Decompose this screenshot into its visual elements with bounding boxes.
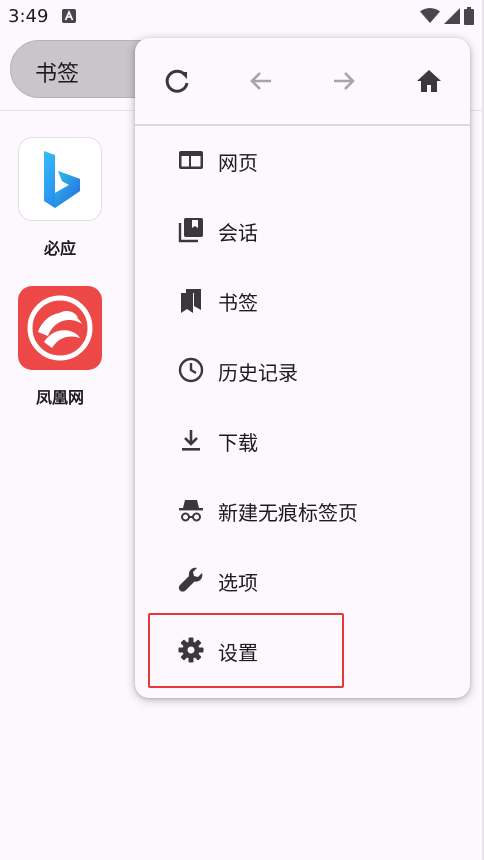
shortcut-label-bing: 必应 (43, 239, 76, 258)
reload-icon[interactable] (160, 64, 194, 98)
wifi-icon (420, 8, 440, 23)
menu-item-label: 设置 (218, 641, 258, 665)
history-icon (178, 357, 204, 383)
shortcut-bing[interactable]: 必应 (10, 137, 110, 259)
bookmarks-icon (181, 289, 201, 313)
gear-icon (178, 637, 204, 663)
menu-item-sessions[interactable]: 会话 (135, 202, 470, 258)
status-icons (420, 7, 474, 25)
menu-item-label: 新建无痕标签页 (218, 501, 358, 525)
menu-item-label: 书签 (218, 291, 258, 315)
url-bar-text: 书签 (35, 62, 80, 87)
status-bar: 3:49 (0, 0, 484, 34)
shortcut-ifeng[interactable]: 凤凰网 (10, 286, 110, 408)
menu-item-label: 下载 (218, 431, 258, 455)
status-time: 3:49 (8, 6, 49, 27)
menu-item-webpage[interactable]: 网页 (135, 132, 470, 188)
menu-item-options[interactable]: 选项 (135, 552, 470, 608)
browser-screen: 3:49 书签 必应 凤凰网 网页 会话 书签 历史记录 下载 新建无痕标签页 … (0, 0, 484, 860)
menu-toolbar (135, 38, 470, 126)
battery-icon (464, 7, 474, 25)
menu-item-history[interactable]: 历史记录 (135, 342, 470, 398)
shortcut-label-ifeng: 凤凰网 (35, 388, 84, 407)
sessions-icon (178, 218, 203, 243)
notification-a-icon (62, 9, 76, 23)
home-icon[interactable] (412, 64, 446, 98)
wrench-icon (178, 567, 203, 592)
menu-item-downloads[interactable]: 下载 (135, 412, 470, 468)
menu-item-label: 网页 (218, 151, 258, 175)
arrow-back-icon[interactable] (244, 64, 278, 98)
signal-icon (444, 8, 460, 24)
incognito-icon (179, 500, 203, 522)
download-icon (182, 430, 200, 451)
arrow-forward-icon[interactable] (327, 64, 361, 98)
menu-item-bookmarks[interactable]: 书签 (135, 272, 470, 328)
bing-logo-icon (18, 137, 102, 221)
menu-item-label: 选项 (218, 571, 258, 595)
menu-item-label: 会话 (218, 221, 258, 245)
webpage-icon (179, 151, 203, 169)
menu-item-settings[interactable]: 设置 (135, 622, 470, 678)
menu-item-new-incognito-tab[interactable]: 新建无痕标签页 (135, 482, 470, 538)
overflow-menu: 网页 会话 书签 历史记录 下载 新建无痕标签页 选项 设置 (135, 38, 470, 698)
menu-item-label: 历史记录 (218, 361, 298, 385)
ifeng-logo-icon (18, 286, 102, 370)
